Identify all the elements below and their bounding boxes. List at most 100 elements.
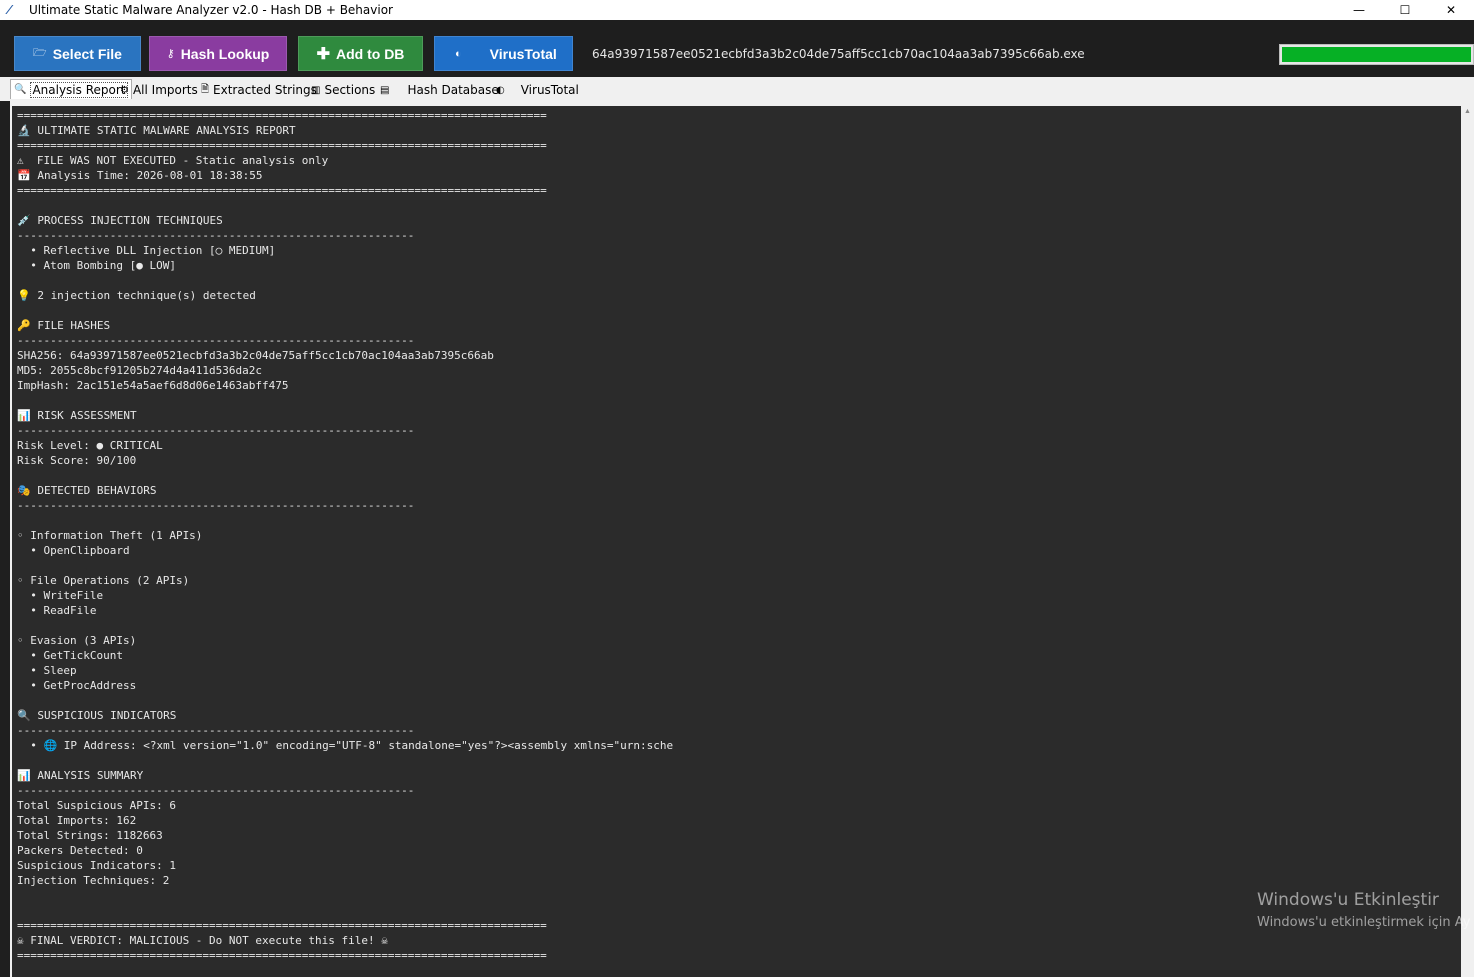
selected-filename: 64a93971587ee0521ecbfd3a3b2c04de75aff5cc… xyxy=(592,47,1085,61)
report-line xyxy=(17,618,673,633)
clipboard-icon: ▤ xyxy=(380,84,390,96)
report-line xyxy=(17,468,673,483)
report-line: • WriteFile xyxy=(17,589,104,602)
select-file-label: Select File xyxy=(52,45,122,62)
report-text: ========================================… xyxy=(17,108,673,963)
toolbar: 🗁 Select File ⚷ Hash Lookup ✚ Add to DB … xyxy=(0,20,1474,77)
virustotal-label: VirusTotal xyxy=(489,45,557,62)
magnifier-icon: 🔍 xyxy=(14,84,27,95)
globe-icon: ◐ xyxy=(455,47,462,60)
report-line: ----------------------------------------… xyxy=(17,424,415,437)
report-line: 📅 Analysis Time: 2026-08-01 18:38:55 xyxy=(17,169,263,182)
report-line: 🎭 DETECTED BEHAVIORS xyxy=(17,484,157,497)
report-line: ----------------------------------------… xyxy=(17,229,415,242)
app-feather-icon: ⁄ xyxy=(8,2,11,17)
report-line: ----------------------------------------… xyxy=(17,784,415,797)
document-icon: 🗎 xyxy=(201,83,210,95)
report-line: Total Suspicious APIs: 6 xyxy=(17,799,176,812)
select-file-button[interactable]: 🗁 Select File xyxy=(14,36,141,71)
report-line: 💉 PROCESS INJECTION TECHNIQUES xyxy=(17,214,223,227)
report-line: • OpenClipboard xyxy=(17,544,130,557)
report-line xyxy=(17,558,673,573)
tab-extracted-strings[interactable]: 🗎 Extracted Strings xyxy=(201,81,317,99)
gear-icon: ⚙ xyxy=(120,84,129,96)
tab-hash-database[interactable]: ▤ Hash Database xyxy=(380,81,499,99)
report-line xyxy=(17,273,673,288)
progress-fill xyxy=(1282,47,1471,62)
report-line: Total Strings: 1182663 xyxy=(17,829,163,842)
report-line: Risk Level: ● CRITICAL xyxy=(17,439,163,452)
report-line: ========================================… xyxy=(17,139,547,152)
report-line: MD5: 2055c8bcf91205b274d4a411d536da2c xyxy=(17,364,263,377)
report-line xyxy=(17,198,673,213)
tab-label: Sections xyxy=(324,83,376,97)
add-to-db-label: Add to DB xyxy=(335,45,405,62)
progress-bar xyxy=(1279,44,1474,65)
title-bar: ⁄ Ultimate Static Malware Analyzer v2.0 … xyxy=(0,0,1474,20)
report-line: Injection Techniques: 2 xyxy=(17,874,170,887)
report-line xyxy=(17,888,673,903)
report-line: 📊 ANALYSIS SUMMARY xyxy=(17,769,144,782)
tab-strip: 🔍 Analysis Report ⚙ All Imports 🗎 Extrac… xyxy=(0,77,1474,101)
report-line: Suspicious Indicators: 1 xyxy=(17,859,176,872)
minimize-button[interactable]: — xyxy=(1336,0,1382,20)
report-line: Risk Score: 90/100 xyxy=(17,454,137,467)
report-line: ========================================… xyxy=(17,919,547,932)
report-line: • GetProcAddress xyxy=(17,679,137,692)
tab-all-imports[interactable]: ⚙ All Imports xyxy=(120,81,198,99)
report-scrollbar[interactable]: ▲ xyxy=(1461,106,1474,977)
tab-virustotal[interactable]: ◐ VirusTotal xyxy=(496,81,579,99)
report-line: ========================================… xyxy=(17,949,547,962)
report-line: ⚠ FILE WAS NOT EXECUTED - Static analysi… xyxy=(17,154,329,167)
report-line: Packers Detected: 0 xyxy=(17,844,143,857)
report-line xyxy=(17,303,673,318)
tab-label: Extracted Strings xyxy=(213,83,317,97)
virustotal-button[interactable]: ◐ VirusTotal xyxy=(434,36,573,71)
report-line: ◦ File Operations (2 APIs) xyxy=(17,574,190,587)
scroll-up-icon: ▲ xyxy=(1464,108,1471,115)
window-controls: — ☐ ✕ xyxy=(1336,0,1474,20)
report-line: • Atom Bombing [● LOW] xyxy=(17,259,176,272)
tab-analysis-report[interactable]: 🔍 Analysis Report xyxy=(10,79,132,99)
activation-watermark: Windows'u Etkinleştir Windows'u etkinleş… xyxy=(1257,889,1470,933)
tab-label: VirusTotal xyxy=(520,83,579,97)
report-line: ----------------------------------------… xyxy=(17,334,415,347)
report-line xyxy=(17,903,673,918)
report-line: 🔑 FILE HASHES xyxy=(17,319,111,332)
report-line: Total Imports: 162 xyxy=(17,814,137,827)
maximize-button[interactable]: ☐ xyxy=(1382,0,1428,20)
report-line: ========================================… xyxy=(17,109,547,122)
watermark-subtitle: Windows'u etkinleştirmek için Ay xyxy=(1257,915,1471,930)
close-button[interactable]: ✕ xyxy=(1428,0,1474,20)
watermark-title: Windows'u Etkinleştir xyxy=(1257,890,1439,910)
report-line xyxy=(17,393,673,408)
hash-lookup-button[interactable]: ⚷ Hash Lookup xyxy=(149,36,287,71)
report-line: • Sleep xyxy=(17,664,77,677)
folder-icon: 🗁 xyxy=(33,47,47,59)
report-line: • Reflective DLL Injection [◯ MEDIUM] xyxy=(17,244,276,257)
window-title: Ultimate Static Malware Analyzer v2.0 - … xyxy=(29,3,393,17)
report-line: SHA256: 64a93971587ee0521ecbfd3a3b2c04de… xyxy=(17,349,494,362)
tab-label: Hash Database xyxy=(407,83,499,97)
tab-label: Analysis Report xyxy=(30,81,128,98)
report-line: 💡 2 injection technique(s) detected xyxy=(17,289,256,302)
report-line xyxy=(17,753,673,768)
report-line: ◦ Evasion (3 APIs) xyxy=(17,634,137,647)
report-line: ========================================… xyxy=(17,184,547,197)
globe-icon: ◐ xyxy=(496,84,505,96)
report-line: • ReadFile xyxy=(17,604,97,617)
analysis-report-textarea[interactable]: ========================================… xyxy=(12,106,1461,977)
chart-icon: ▥ xyxy=(311,84,321,96)
add-to-db-button[interactable]: ✚ Add to DB xyxy=(298,36,423,71)
report-line: • GetTickCount xyxy=(17,649,123,662)
report-line xyxy=(17,513,673,528)
key-icon: ⚷ xyxy=(166,48,175,60)
report-line: ----------------------------------------… xyxy=(17,724,415,737)
report-line: ImpHash: 2ac151e54a5aef6d8d06e1463abff47… xyxy=(17,379,289,392)
report-line: ☠ FINAL VERDICT: MALICIOUS - Do NOT exec… xyxy=(17,934,388,947)
hash-lookup-label: Hash Lookup xyxy=(180,45,270,62)
tab-label: All Imports xyxy=(132,83,198,97)
report-line: ◦ Information Theft (1 APIs) xyxy=(17,529,203,542)
report-line: • 🌐 IP Address: <?xml version="1.0" enco… xyxy=(17,739,674,752)
tab-sections[interactable]: ▥ Sections xyxy=(311,81,375,99)
